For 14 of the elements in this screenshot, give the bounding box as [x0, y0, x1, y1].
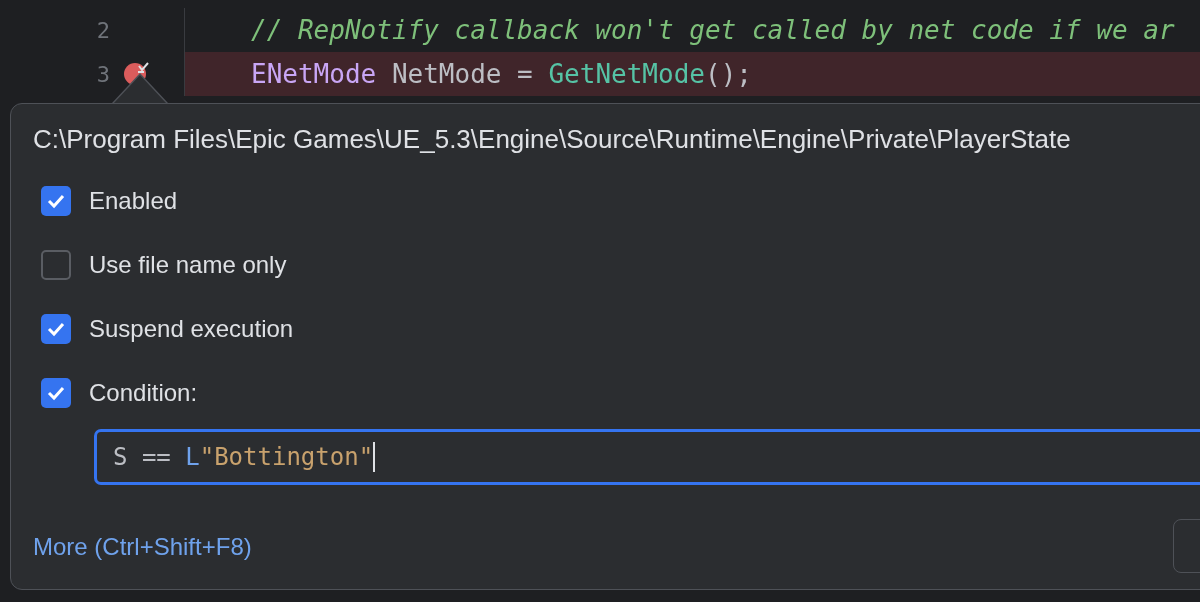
condition-field[interactable]: S == L"Bottington" [94, 429, 1200, 485]
more-link[interactable]: More (Ctrl+Shift+F8) [33, 533, 252, 561]
line-number: 3 [95, 61, 110, 87]
code-line: // RepNotify callback won't get called by net code if we ar [250, 14, 1176, 47]
line-number: 2 [95, 17, 110, 43]
checkbox[interactable] [41, 378, 71, 408]
checkbox[interactable] [41, 186, 71, 216]
checkbox[interactable] [41, 314, 71, 344]
checkbox-label: Enabled [89, 187, 178, 215]
checkbox-label: Use file name only [89, 251, 287, 279]
checkbox-label: Suspend execution [89, 315, 294, 343]
checkbox-label: Condition: [89, 379, 198, 407]
checkbox[interactable] [41, 250, 71, 280]
file-path: C:\Program Files\Epic Games\UE_5.3\Engine\Source\Runtime\Engine\Private\PlayerState [33, 124, 1072, 155]
